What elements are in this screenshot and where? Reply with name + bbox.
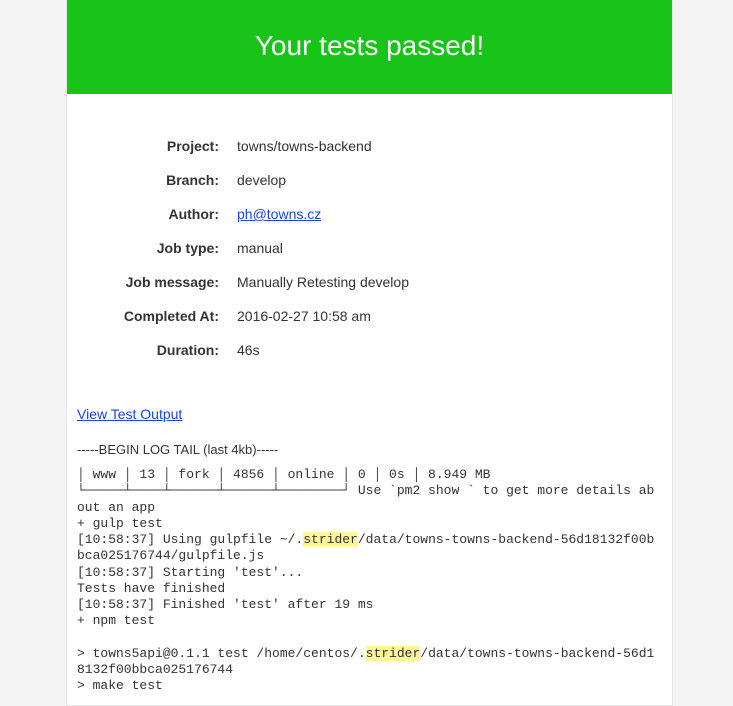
- log-heading: -----BEGIN LOG TAIL (last 4kb)-----: [77, 442, 662, 457]
- meta-row-branch: Branch: develop: [77, 172, 662, 188]
- meta-label: Author:: [77, 206, 237, 222]
- meta-label: Branch:: [77, 172, 237, 188]
- meta-row-project: Project: towns/towns-backend: [77, 138, 662, 154]
- log-line: [10:58:37] Starting 'test'...: [77, 565, 303, 580]
- meta-value: manual: [237, 240, 283, 256]
- highlight: strider: [303, 532, 358, 547]
- meta-table: Project: towns/towns-backend Branch: dev…: [67, 94, 672, 406]
- status-banner: Your tests passed!: [67, 0, 672, 94]
- log-line: > make test: [77, 678, 163, 693]
- meta-row-jobmessage: Job message: Manually Retesting develop: [77, 274, 662, 290]
- meta-value: towns/towns-backend: [237, 138, 372, 154]
- log-line: + npm test: [77, 613, 155, 628]
- log-line: └─────┴────┴──────┴──────┴────────┘ Use …: [77, 483, 654, 514]
- meta-row-jobtype: Job type: manual: [77, 240, 662, 256]
- log-line: Tests have finished: [77, 581, 225, 596]
- log-line: > towns5api@0.1.1 test /home/centos/.str…: [77, 646, 654, 677]
- log-output: │ www │ 13 │ fork │ 4856 │ online │ 0 │ …: [77, 467, 662, 695]
- log-line: [10:58:37] Using gulpfile ~/.strider/dat…: [77, 532, 654, 563]
- meta-row-duration: Duration: 46s: [77, 342, 662, 358]
- meta-row-completed: Completed At: 2016-02-27 10:58 am: [77, 308, 662, 324]
- meta-value: 46s: [237, 342, 260, 358]
- meta-label: Project:: [77, 138, 237, 154]
- log-line: + gulp test: [77, 516, 163, 531]
- meta-value: ph@towns.cz: [237, 206, 321, 222]
- highlight: strider: [366, 646, 421, 661]
- view-test-output-link[interactable]: View Test Output: [77, 406, 182, 422]
- meta-label: Completed At:: [77, 308, 237, 324]
- log-line: [10:58:37] Finished 'test' after 19 ms: [77, 597, 373, 612]
- meta-label: Job message:: [77, 274, 237, 290]
- meta-label: Duration:: [77, 342, 237, 358]
- log-line: │ www │ 13 │ fork │ 4856 │ online │ 0 │ …: [77, 467, 490, 482]
- banner-title: Your tests passed!: [255, 30, 484, 61]
- email-card: Your tests passed! Project: towns/towns-…: [66, 0, 673, 706]
- meta-value: 2016-02-27 10:58 am: [237, 308, 371, 324]
- meta-row-author: Author: ph@towns.cz: [77, 206, 662, 222]
- meta-value: develop: [237, 172, 286, 188]
- meta-value: Manually Retesting develop: [237, 274, 409, 290]
- author-email-link[interactable]: ph@towns.cz: [237, 206, 321, 222]
- log-section: View Test Output -----BEGIN LOG TAIL (la…: [67, 406, 672, 705]
- meta-label: Job type:: [77, 240, 237, 256]
